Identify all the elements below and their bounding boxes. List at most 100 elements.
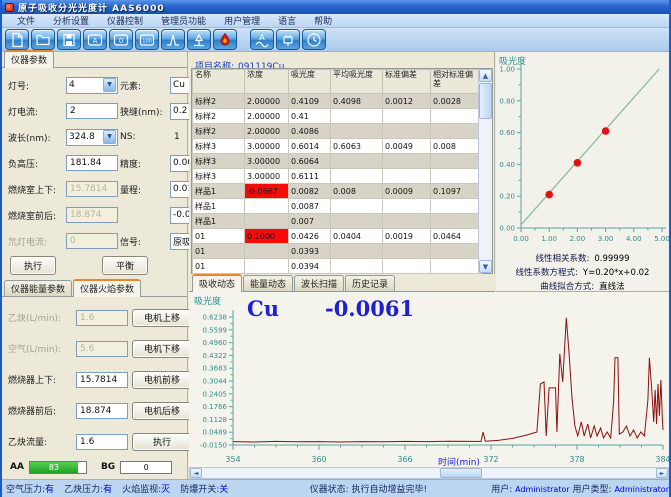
table-row[interactable]: 标样22.000000.41 bbox=[193, 109, 482, 124]
table-row[interactable]: 标样33.000000.60140.60630.00490.008 bbox=[193, 139, 482, 154]
menu-item-2[interactable]: 仪器控制 bbox=[98, 14, 152, 27]
motor-button-1[interactable]: 电机下移 bbox=[132, 340, 192, 358]
peak-scan-button[interactable] bbox=[161, 29, 185, 50]
table-row[interactable]: 样品10.007 bbox=[193, 214, 482, 229]
svg-text:0.4960: 0.4960 bbox=[203, 339, 228, 347]
table-cell: 标样2 bbox=[193, 109, 245, 124]
gauge-a-button[interactable]: A bbox=[83, 29, 107, 50]
gauge-a-icon: A bbox=[87, 32, 103, 48]
tab-instrument-params[interactable]: 仪器参数 bbox=[4, 50, 54, 68]
table-cell bbox=[383, 169, 431, 184]
motor-button-0[interactable]: 电机上移 bbox=[132, 309, 192, 327]
table-row[interactable]: 样品10.0087 bbox=[193, 199, 482, 214]
header-row: 名称浓度吸光度平均吸光度标准偏差相对标准偏差 bbox=[193, 70, 482, 94]
results-table-body: 标样22.000000.41090.40980.00120.0028标样22.0… bbox=[193, 94, 482, 274]
balance-button[interactable]: 平衡 bbox=[102, 256, 148, 275]
clock-button[interactable] bbox=[302, 29, 326, 50]
column-header-3: 平均吸光度 bbox=[331, 70, 383, 94]
text-input-6[interactable]: 181.84 bbox=[66, 155, 118, 171]
svg-text:0.1128: 0.1128 bbox=[203, 416, 228, 424]
scroll-left-icon[interactable]: ◄ bbox=[190, 468, 202, 478]
chevron-down-icon[interactable]: ▼ bbox=[103, 78, 116, 92]
combo-0[interactable]: 4▼ bbox=[66, 77, 118, 94]
menu-item-0[interactable]: 文件 bbox=[8, 14, 44, 27]
table-row[interactable]: 标样33.000000.6111 bbox=[193, 169, 482, 184]
combo-4[interactable]: 324.8▼ bbox=[66, 129, 118, 146]
bg-gauge-box: 0 bbox=[120, 461, 172, 474]
table-row[interactable]: 标样33.000000.6064 bbox=[193, 154, 482, 169]
menu-item-6[interactable]: 帮助 bbox=[305, 14, 341, 27]
motor-button-3[interactable]: 电机后移 bbox=[132, 402, 192, 420]
menu-item-1[interactable]: 分析设置 bbox=[44, 14, 98, 27]
svg-text:0.00: 0.00 bbox=[513, 235, 529, 243]
flame-input-2[interactable]: 15.7814 bbox=[76, 372, 128, 388]
table-row[interactable]: 010.0394 bbox=[193, 259, 482, 274]
save-button[interactable] bbox=[57, 29, 81, 50]
motor-button-2[interactable]: 电机前移 bbox=[132, 371, 192, 389]
lamp-button[interactable] bbox=[276, 29, 300, 50]
dynamics-tabstrip: 吸收动态能量动态波长扫描历史记录 bbox=[189, 274, 495, 292]
table-cell bbox=[331, 199, 383, 214]
title-bar[interactable]: 原子吸收分光光度计 AAS6000 bbox=[2, 0, 669, 14]
table-cell: -0.0667 bbox=[245, 184, 289, 199]
table-scrollbar-thumb[interactable] bbox=[479, 83, 492, 119]
instrument-tabstrip: 仪器参数 bbox=[2, 52, 187, 68]
gauge-zero-button[interactable]: 0 bbox=[109, 29, 133, 50]
hscrollbar-thumb[interactable] bbox=[440, 468, 482, 478]
table-cell: 0.0082 bbox=[289, 184, 331, 199]
chevron-down-icon[interactable]: ▼ bbox=[103, 130, 116, 144]
text-input-2[interactable]: 2 bbox=[66, 103, 118, 119]
table-cell: 0.007 bbox=[289, 214, 331, 229]
field-label-6: 负高压: bbox=[8, 157, 64, 170]
execute-button[interactable]: 执行 bbox=[10, 256, 56, 275]
scroll-right-icon[interactable]: ► bbox=[656, 468, 668, 478]
menu-item-5[interactable]: 语言 bbox=[269, 14, 305, 27]
instrument-state-value: 执行自动增益完毕! bbox=[352, 485, 428, 495]
flame-button[interactable] bbox=[213, 29, 237, 50]
scroll-up-icon[interactable]: ▲ bbox=[479, 69, 492, 82]
table-cell: 0.4086 bbox=[289, 124, 331, 139]
open-file-icon bbox=[35, 32, 51, 48]
x-tick-label: 366 bbox=[390, 455, 420, 464]
table-cell: 0.6111 bbox=[289, 169, 331, 184]
menu-item-3[interactable]: 管理员功能 bbox=[152, 14, 215, 27]
table-vertical-scrollbar[interactable]: ▲ ▼ bbox=[478, 69, 492, 273]
table-cell bbox=[331, 214, 383, 229]
table-cell bbox=[383, 124, 431, 139]
table-row[interactable]: 样品1-0.06670.00820.0080.00090.1097 bbox=[193, 184, 482, 199]
scroll-down-icon[interactable]: ▼ bbox=[479, 260, 492, 273]
svg-text:4.00: 4.00 bbox=[626, 235, 642, 243]
table-cell: 0.0087 bbox=[289, 199, 331, 214]
flame-input-3[interactable]: 18.874 bbox=[76, 403, 128, 419]
table-cell: 0.0464 bbox=[431, 229, 482, 244]
burner-button[interactable] bbox=[187, 29, 211, 50]
flame-input-4[interactable]: 1.6 bbox=[76, 434, 128, 450]
tab-dynamics-3[interactable]: 历史记录 bbox=[345, 275, 395, 291]
svg-text:1.00: 1.00 bbox=[541, 235, 557, 243]
table-cell: 2.00000 bbox=[245, 94, 289, 109]
tab-energy-params[interactable]: 仪器能量参数 bbox=[4, 280, 72, 296]
open-file-button[interactable] bbox=[31, 29, 55, 50]
field-label-8: 燃烧室上下: bbox=[8, 183, 64, 196]
column-header-5: 相对标准偏差 bbox=[431, 70, 482, 94]
svg-text:0.6238: 0.6238 bbox=[203, 314, 228, 322]
new-file-button[interactable] bbox=[5, 29, 29, 50]
field-label-7: 精度: bbox=[120, 157, 168, 170]
svg-text:0.3044: 0.3044 bbox=[203, 378, 228, 386]
wavelength-button[interactable]: A bbox=[250, 29, 274, 50]
motor-button-4[interactable]: 执行 bbox=[132, 433, 192, 451]
menu-item-4[interactable]: 用户管理 bbox=[215, 14, 269, 27]
tab-dynamics-1[interactable]: 能量动态 bbox=[243, 275, 293, 291]
calibration-stats: 线性相关系数:0.99999线性系数方程式:Y=0.20*x+0.02曲线拟合方… bbox=[496, 250, 669, 292]
table-row[interactable]: 标样22.000000.41090.40980.00120.0028 bbox=[193, 94, 482, 109]
horizontal-scrollbar[interactable]: ◄ ► bbox=[189, 467, 669, 479]
table-cell: 标样3 bbox=[193, 154, 245, 169]
tab-dynamics-0[interactable]: 吸收动态 bbox=[192, 274, 242, 292]
tab-flame-params[interactable]: 仪器火焰参数 bbox=[73, 279, 141, 297]
table-cell: 0.0019 bbox=[383, 229, 431, 244]
table-row[interactable]: 010.0393 bbox=[193, 244, 482, 259]
gauge-100-button[interactable]: 100 bbox=[135, 29, 159, 50]
table-row[interactable]: 010.10000.04260.04040.00190.0464 bbox=[193, 229, 482, 244]
tab-dynamics-2[interactable]: 波长扫描 bbox=[294, 275, 344, 291]
table-row[interactable]: 标样22.000000.4086 bbox=[193, 124, 482, 139]
